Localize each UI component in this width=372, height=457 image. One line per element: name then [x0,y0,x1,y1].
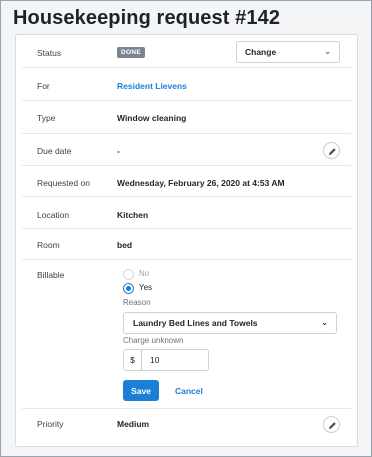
reason-label: Reason [123,298,151,307]
amount-value[interactable]: 10 [150,350,159,370]
radio-no[interactable] [123,269,134,280]
pencil-icon [328,148,336,156]
chevron-down-icon: ⌄ [324,47,331,56]
requested-on-label: Requested on [37,178,90,188]
billable-label: Billable [37,270,65,280]
type-label: Type [37,113,56,123]
radio-no-label: No [139,269,150,278]
resident-link[interactable]: Resident Lievens [117,81,187,91]
billable-row: Billable No Yes Reason Laundry Bed Lines… [22,260,351,409]
requested-on-value: Wednesday, February 26, 2020 at 4:53 AM [117,178,285,188]
for-label: For [37,81,50,91]
location-value: Kitchen [117,210,149,220]
change-status-label: Change [245,47,277,57]
requested-on-row: Requested on Wednesday, February 26, 202… [22,166,351,197]
reason-value: Laundry Bed Lines and Towels [133,318,258,328]
room-label: Room [37,240,60,250]
change-status-dropdown[interactable]: Change ⌄ [236,41,340,63]
currency-symbol: $ [124,350,142,370]
priority-row: Priority Medium [22,409,351,441]
reason-select[interactable]: Laundry Bed Lines and Towels ⌄ [123,312,337,334]
status-row: Status DONE Change ⌄ [22,35,351,68]
due-date-label: Due date [37,146,72,156]
room-row: Room bed [22,229,351,260]
window-frame: Housekeeping request #142 Status DONE Ch… [0,0,372,457]
type-value: Window cleaning [117,113,187,123]
status-badge: DONE [117,47,145,58]
save-button[interactable]: Save [123,380,159,401]
for-row: For Resident Lievens [22,68,351,101]
pencil-icon [328,422,336,430]
edit-due-date-button[interactable] [323,142,340,159]
location-row: Location Kitchen [22,197,351,229]
charge-amount-input[interactable]: $ 10 [123,349,209,371]
status-label: Status [37,48,62,58]
chevron-down-icon: ⌄ [321,318,328,327]
priority-value: Medium [117,419,150,429]
cancel-link[interactable]: Cancel [175,386,203,396]
location-label: Location [37,210,70,220]
request-details-card: Status DONE Change ⌄ For Resident Lieven… [15,34,358,447]
edit-priority-button[interactable] [323,416,340,433]
priority-label: Priority [37,419,64,429]
charge-label: Charge unknown [123,336,184,345]
radio-yes[interactable] [123,283,134,294]
type-row: Type Window cleaning [22,101,351,134]
due-date-value: - [117,146,120,156]
radio-yes-label: Yes [139,283,153,292]
page-title: Housekeeping request #142 [13,7,281,29]
room-value: bed [117,240,133,250]
due-date-row: Due date - [22,134,351,166]
